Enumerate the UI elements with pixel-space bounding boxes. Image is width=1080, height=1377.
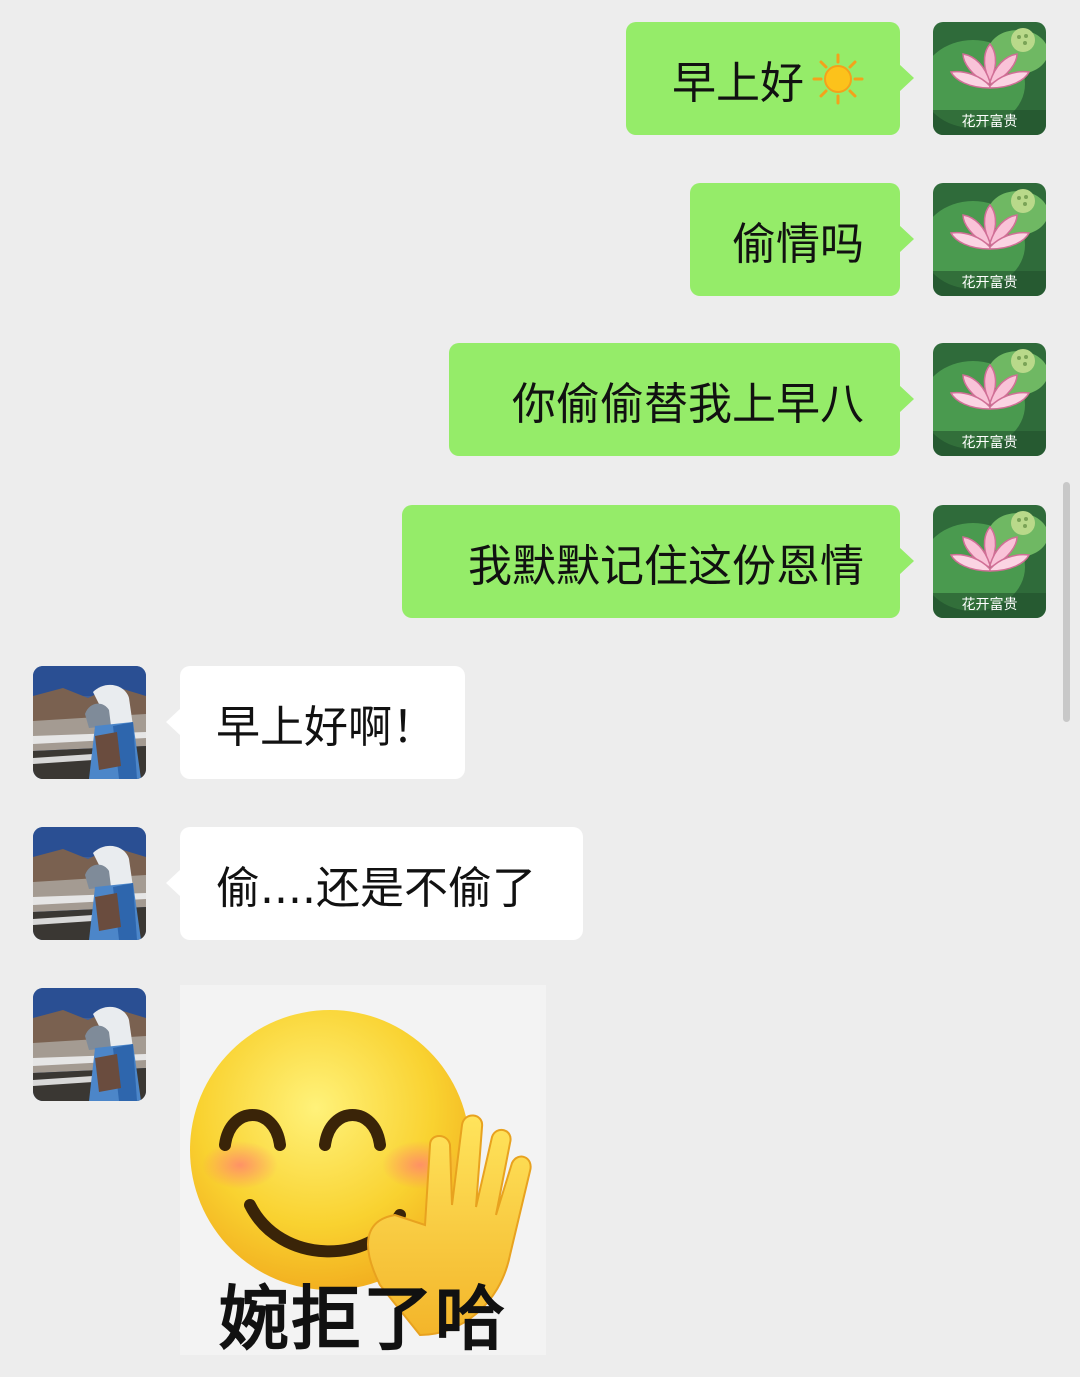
sticker-caption: 婉拒了哈	[219, 1278, 507, 1355]
lotus-icon: 花开富贵	[933, 183, 1046, 296]
message-bubble-outgoing[interactable]: 早上好	[626, 22, 914, 135]
lotus-icon: 花开富贵	[933, 22, 1046, 135]
contact-avatar[interactable]	[33, 988, 146, 1101]
self-avatar[interactable]: 花开富贵	[933, 22, 1046, 135]
lotus-icon: 花开富贵	[933, 343, 1046, 456]
person-photo-avatar-icon	[33, 988, 146, 1101]
contact-avatar[interactable]	[33, 827, 146, 940]
scrollbar[interactable]	[1063, 482, 1070, 722]
lotus-icon: 花开富贵	[933, 505, 1046, 618]
message-bubble-outgoing[interactable]: 我默默记住这份恩情	[402, 505, 914, 618]
person-photo-avatar-icon	[33, 666, 146, 779]
message-text: 早上好啊！	[216, 701, 436, 753]
avatar-label: 花开富贵	[962, 274, 1018, 291]
sticker-message[interactable]: 婉拒了哈	[180, 985, 546, 1355]
avatar-label: 花开富贵	[962, 596, 1018, 613]
avatar-label: 花开富贵	[962, 113, 1018, 130]
sun-emoji-icon	[812, 53, 864, 104]
person-photo-avatar-icon	[33, 827, 146, 940]
message-text: 你偷偷替我上早八	[512, 378, 864, 430]
self-avatar[interactable]: 花开富贵	[933, 343, 1046, 456]
self-avatar[interactable]: 花开富贵	[933, 183, 1046, 296]
message-bubble-incoming[interactable]: 偷....还是不偷了	[166, 827, 583, 940]
chat-message-list[interactable]: 早上好 花开富贵 偷情吗 花开富贵 你偷偷替我上早八 花开富贵 我默默记住这份恩…	[0, 0, 1080, 1377]
contact-avatar[interactable]	[33, 666, 146, 779]
avatar-label: 花开富贵	[962, 434, 1018, 451]
message-text: 我默默记住这份恩情	[468, 540, 864, 592]
message-text: 偷情吗	[732, 218, 864, 270]
message-text: 偷....还是不偷了	[216, 862, 536, 914]
message-bubble-incoming[interactable]: 早上好啊！	[166, 666, 465, 779]
message-text: 早上好	[672, 57, 804, 109]
message-bubble-outgoing[interactable]: 你偷偷替我上早八	[449, 343, 914, 456]
message-bubble-outgoing[interactable]: 偷情吗	[690, 183, 914, 296]
self-avatar[interactable]: 花开富贵	[933, 505, 1046, 618]
